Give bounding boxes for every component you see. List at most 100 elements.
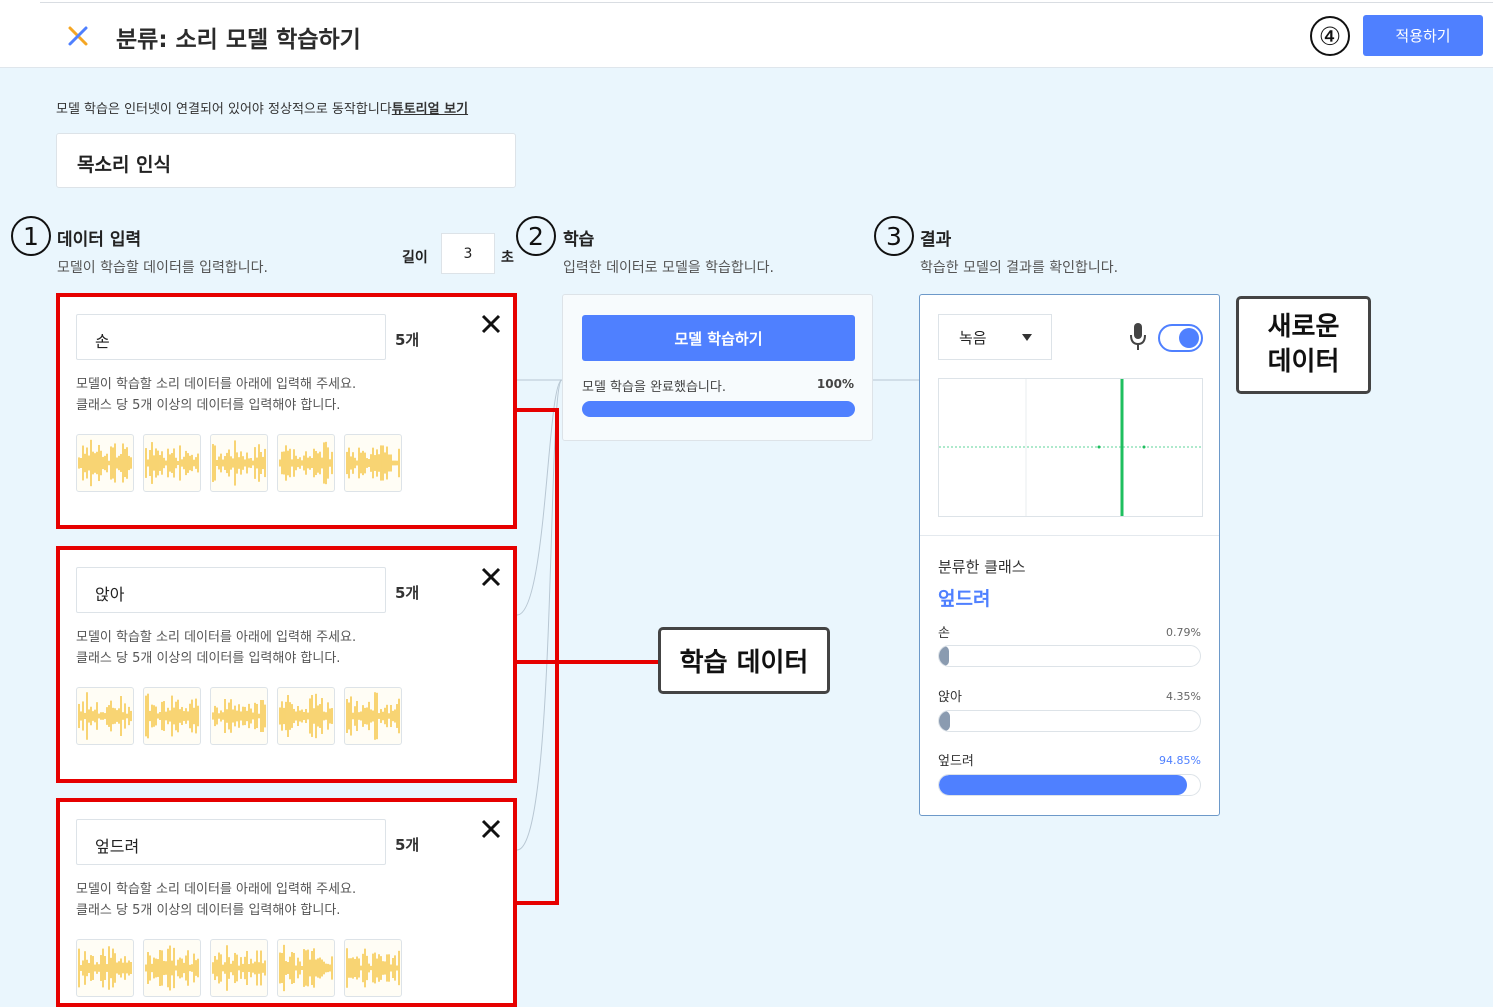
- apply-button[interactable]: 적용하기: [1363, 15, 1483, 56]
- train-data-bracket: [517, 408, 660, 905]
- sample-count: 5개: [395, 331, 420, 349]
- audio-sample-thumbnail[interactable]: [143, 687, 201, 745]
- hint-line: 모델이 학습할 소리 데이터를 아래에 입력해 주세요.: [76, 882, 357, 897]
- input-section-desc: 모델이 학습할 데이터를 입력합니다.: [57, 260, 268, 276]
- sample-count: 5개: [395, 584, 420, 602]
- waveform-icon: [145, 693, 199, 739]
- train-section-title: 학습: [563, 230, 595, 250]
- audio-sample-thumbnail[interactable]: [344, 939, 402, 997]
- class-hint: 모델이 학습할 소리 데이터를 아래에 입력해 주세요. 클래스 당 5개 이상의…: [76, 627, 356, 669]
- class-hint: 모델이 학습할 소리 데이터를 아래에 입력해 주세요. 클래스 당 5개 이상의…: [76, 879, 356, 921]
- prob-bar: [938, 645, 1201, 667]
- waveform-graph: [939, 379, 1202, 516]
- delete-class-icon[interactable]: [479, 817, 503, 841]
- waveform-icon: [145, 442, 199, 484]
- audio-sample-thumbnail[interactable]: [76, 687, 134, 745]
- prob-name: 엎드려: [938, 754, 974, 769]
- class-card: 엎드려 5개 모델이 학습할 소리 데이터를 아래에 입력해 주세요. 클래스 당…: [56, 798, 517, 1007]
- prob-fill: [939, 646, 950, 666]
- hint-line: 클래스 당 5개 이상의 데이터를 입력해야 합니다.: [76, 651, 341, 666]
- class-name-input[interactable]: 엎드려: [76, 819, 386, 865]
- page-title: 분류: 소리 모델 학습하기: [116, 27, 361, 53]
- audio-sample-thumbnail[interactable]: [277, 434, 335, 492]
- prob-fill: [939, 775, 1187, 795]
- audio-sample-thumbnail[interactable]: [143, 434, 201, 492]
- length-unit: 초: [501, 250, 514, 266]
- waveform-icon: [279, 441, 333, 485]
- prob-bar: [938, 710, 1201, 732]
- close-icon[interactable]: [66, 24, 90, 48]
- class-card: 앉아 5개 모델이 학습할 소리 데이터를 아래에 입력해 주세요. 클래스 당 …: [56, 546, 517, 783]
- new-data-callout: 새로운 데이터: [1236, 296, 1371, 394]
- waveform-icon: [145, 945, 199, 991]
- waveform-icon: [346, 692, 400, 740]
- live-waveform: [938, 378, 1203, 517]
- step1-badge: 1: [11, 216, 51, 256]
- audio-sample-thumbnail[interactable]: [344, 687, 402, 745]
- audio-sample-thumbnail[interactable]: [277, 687, 335, 745]
- audio-sample-thumbnail[interactable]: [76, 434, 134, 492]
- waveform-icon: [279, 693, 333, 739]
- delete-class-icon[interactable]: [479, 312, 503, 336]
- source-select[interactable]: 녹음: [938, 314, 1052, 360]
- hint-line: 모델이 학습할 소리 데이터를 아래에 입력해 주세요.: [76, 377, 357, 392]
- audio-sample-thumbnail[interactable]: [344, 434, 402, 492]
- length-label: 길이: [402, 250, 428, 266]
- sample-list: [76, 434, 402, 492]
- train-progress-text: 100%: [816, 377, 854, 391]
- train-model-button[interactable]: 모델 학습하기: [582, 315, 855, 361]
- train-progress-bar: [582, 401, 855, 417]
- source-select-value: 녹음: [959, 328, 987, 347]
- classified-label: 분류한 클래스: [938, 558, 1026, 576]
- result-section-title: 결과: [920, 230, 952, 250]
- audio-sample-thumbnail[interactable]: [277, 939, 335, 997]
- classified-value: 엎드려: [938, 588, 991, 610]
- dropdown-caret-icon: [1022, 334, 1032, 341]
- prob-fill: [939, 711, 951, 731]
- audio-sample-thumbnail[interactable]: [210, 939, 268, 997]
- train-panel: 모델 학습하기 모델 학습을 완료했습니다. 100%: [562, 294, 873, 441]
- recording-toggle[interactable]: [1158, 324, 1203, 352]
- project-name-input[interactable]: 목소리 인식: [56, 133, 516, 188]
- waveform-icon: [212, 698, 266, 734]
- class-card: 손 5개 모델이 학습할 소리 데이터를 아래에 입력해 주세요. 클래스 당 5…: [56, 293, 517, 529]
- prob-value: 94.85%: [1159, 754, 1201, 767]
- waveform-icon: [78, 692, 132, 740]
- class-hint: 모델이 학습할 소리 데이터를 아래에 입력해 주세요. 클래스 당 5개 이상의…: [76, 374, 356, 416]
- input-section-title: 데이터 입력: [57, 230, 142, 250]
- toggle-knob: [1179, 328, 1199, 348]
- sample-list: [76, 939, 402, 997]
- audio-sample-thumbnail[interactable]: [210, 434, 268, 492]
- tutorial-link[interactable]: 튜토리얼 보기: [392, 102, 468, 117]
- notice: 모델 학습은 인터넷이 연결되어 있어야 정상적으로 동작합니다튜토리얼 보기: [56, 98, 468, 117]
- waveform-icon: [212, 945, 266, 991]
- hint-line: 클래스 당 5개 이상의 데이터를 입력해야 합니다.: [76, 398, 341, 413]
- waveform-icon: [78, 439, 132, 487]
- waveform-icon: [346, 948, 400, 988]
- length-input[interactable]: 3: [441, 233, 495, 274]
- sample-list: [76, 687, 402, 745]
- result-section-desc: 학습한 모델의 결과를 확인합니다.: [920, 260, 1119, 276]
- class-name-input[interactable]: 손: [76, 314, 386, 360]
- audio-sample-thumbnail[interactable]: [210, 687, 268, 745]
- notice-text: 모델 학습은 인터넷이 연결되어 있어야 정상적으로 동작합니다: [56, 102, 392, 117]
- waveform-icon: [346, 445, 400, 481]
- audio-sample-thumbnail[interactable]: [143, 939, 201, 997]
- audio-sample-thumbnail[interactable]: [76, 939, 134, 997]
- waveform-icon: [78, 946, 132, 990]
- hint-line: 클래스 당 5개 이상의 데이터를 입력해야 합니다.: [76, 903, 341, 918]
- sample-count: 5개: [395, 836, 420, 854]
- step4-badge: ④: [1310, 16, 1350, 56]
- prob-name: 앉아: [938, 690, 962, 705]
- class-name-input[interactable]: 앉아: [76, 567, 386, 613]
- hint-line: 모델이 학습할 소리 데이터를 아래에 입력해 주세요.: [76, 630, 357, 645]
- top-divider: [40, 2, 1493, 3]
- train-status: 모델 학습을 완료했습니다.: [582, 380, 726, 395]
- delete-class-icon[interactable]: [479, 565, 503, 589]
- step2-badge: 2: [516, 216, 556, 256]
- microphone-icon: [1130, 323, 1146, 350]
- prob-bar: [938, 774, 1201, 796]
- prob-name: 손: [938, 626, 950, 641]
- waveform-icon: [279, 944, 333, 992]
- prob-value: 4.35%: [1166, 690, 1201, 703]
